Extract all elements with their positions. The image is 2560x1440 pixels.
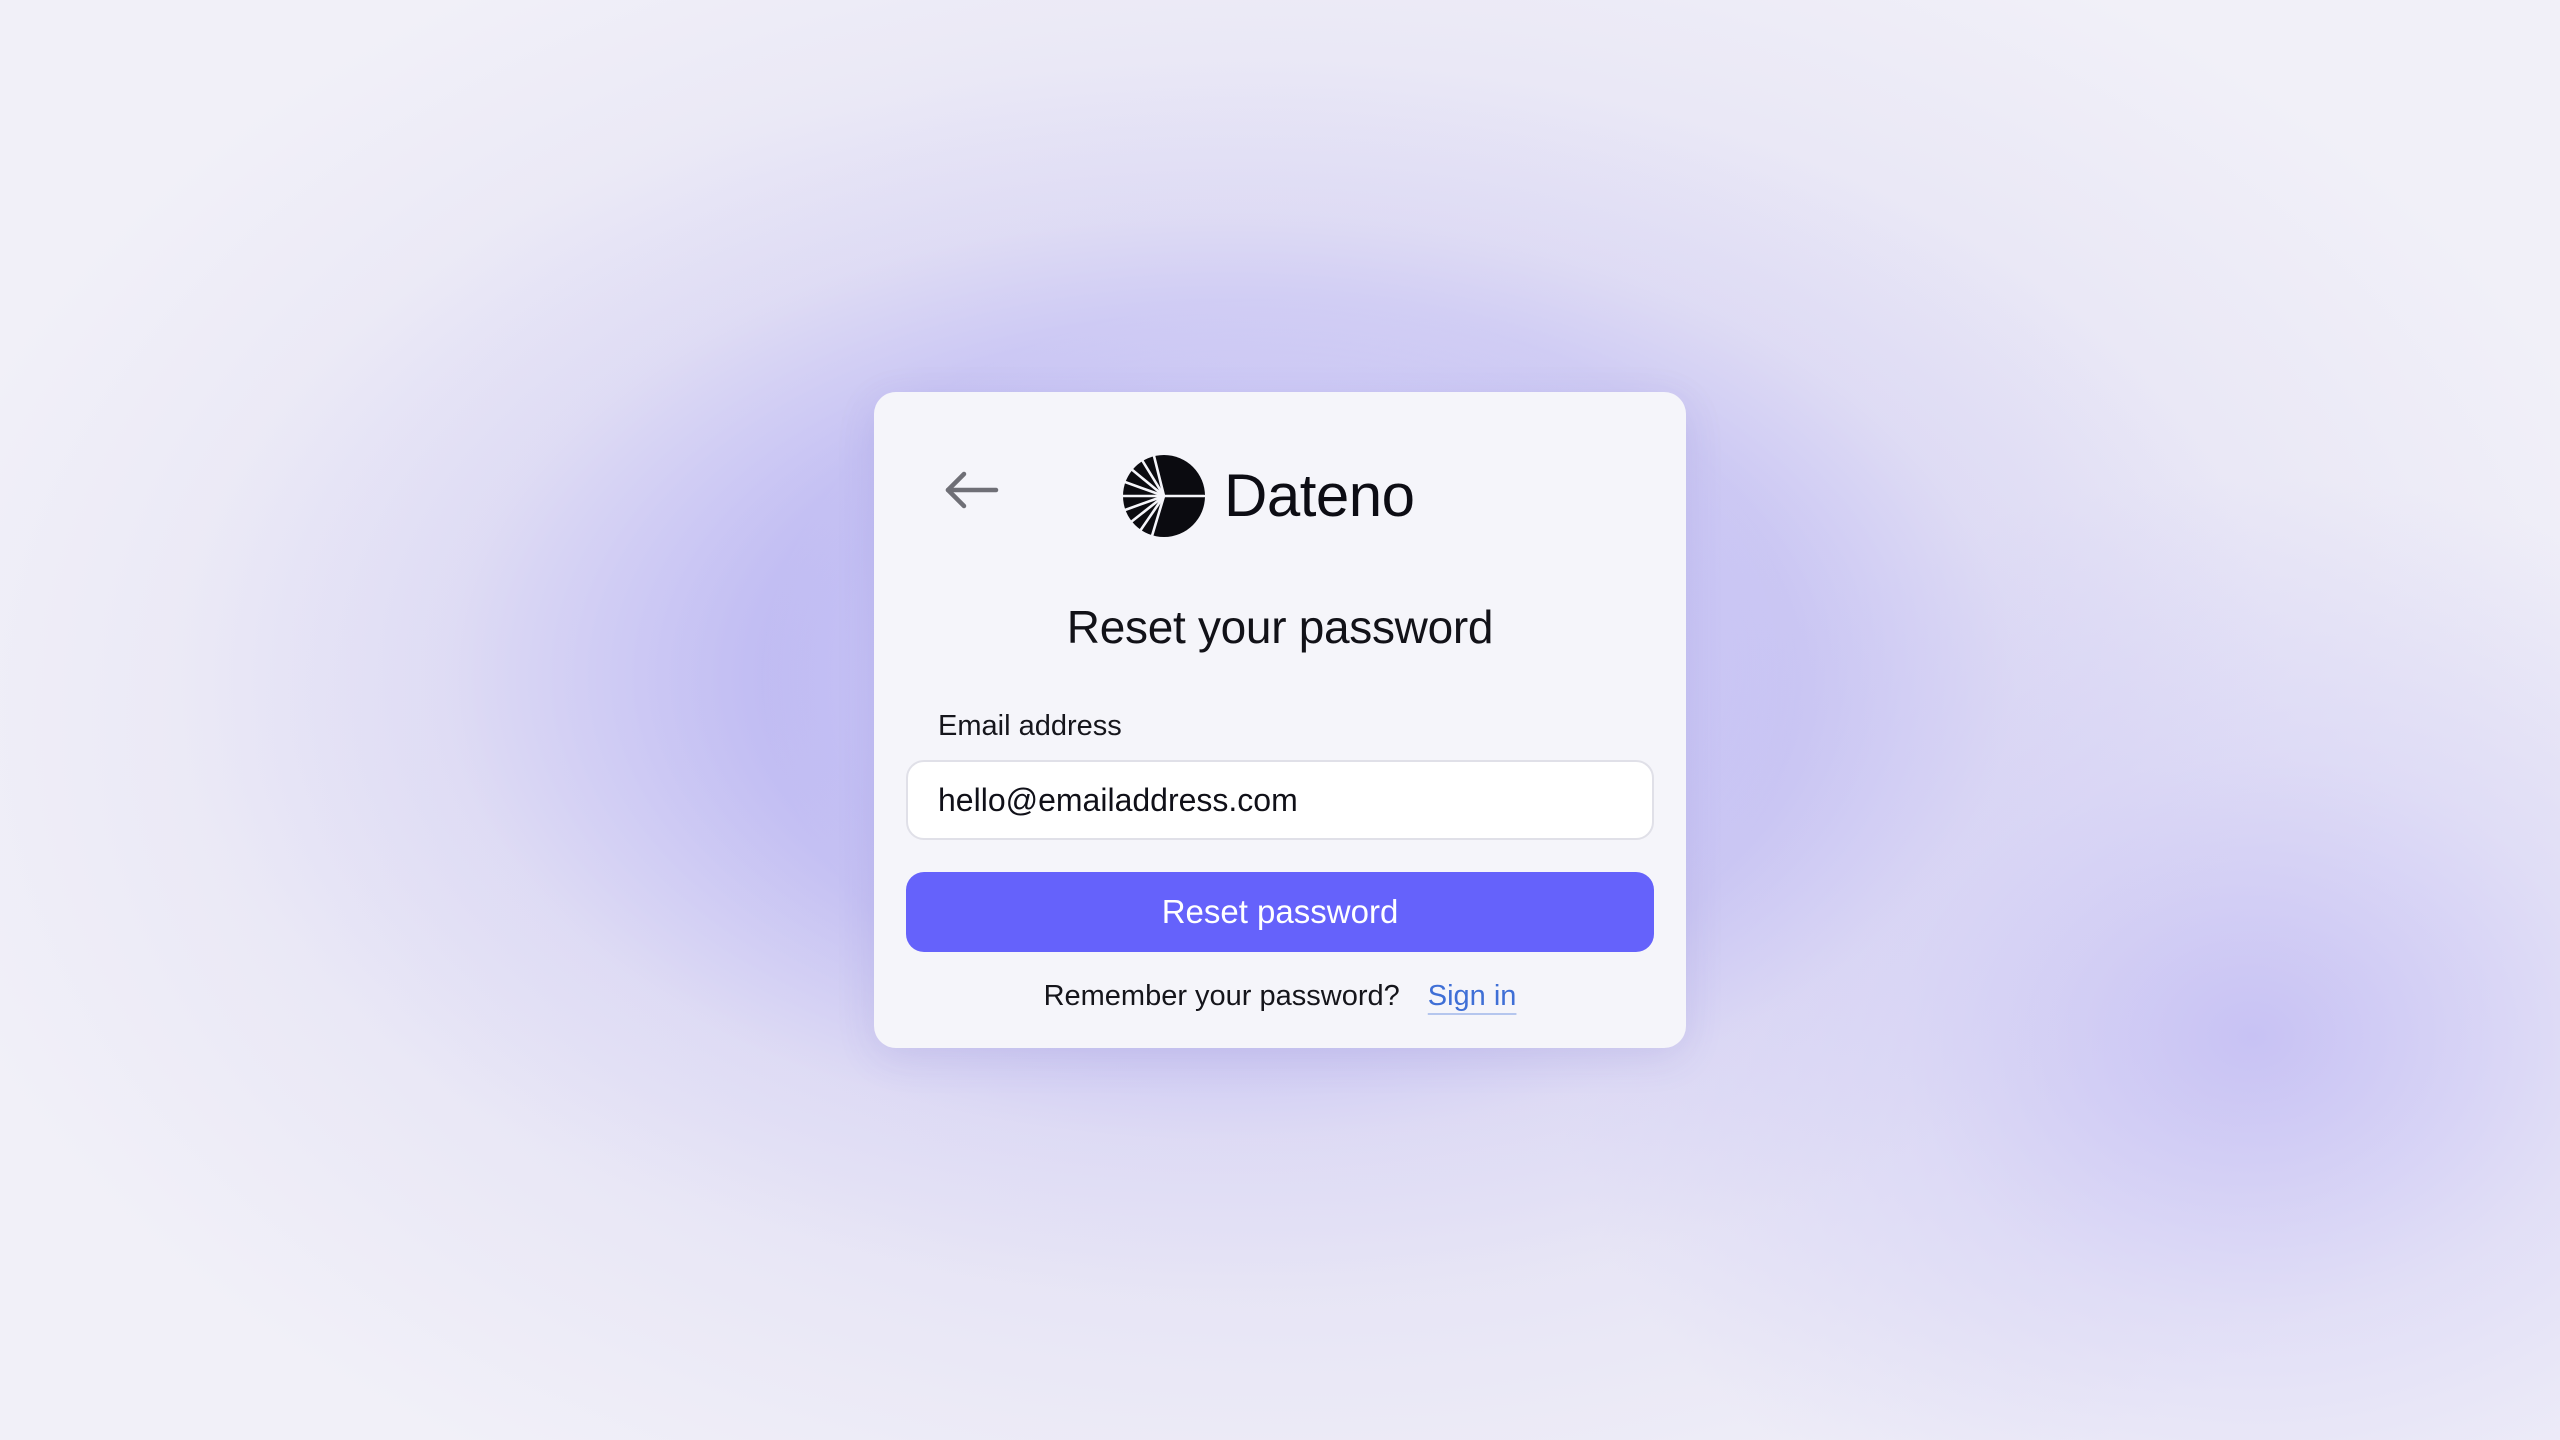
signin-prompt: Remember your password? Sign in [874, 980, 1686, 1013]
email-field[interactable] [906, 760, 1654, 840]
email-label: Email address [938, 710, 1122, 742]
brand-name: Dateno [1224, 462, 1415, 529]
remember-password-text: Remember your password? [1043, 980, 1400, 1012]
reset-password-card: Dateno Reset your password Email address… [874, 392, 1686, 1048]
back-button[interactable] [940, 468, 1004, 512]
page-title: Reset your password [1066, 601, 1494, 653]
brand-logo: Dateno [1122, 454, 1415, 538]
reset-password-button[interactable]: Reset password [906, 872, 1654, 952]
arrow-left-icon [945, 471, 999, 509]
dateno-logo-icon [1122, 454, 1206, 538]
sign-in-link[interactable]: Sign in [1428, 980, 1517, 1012]
